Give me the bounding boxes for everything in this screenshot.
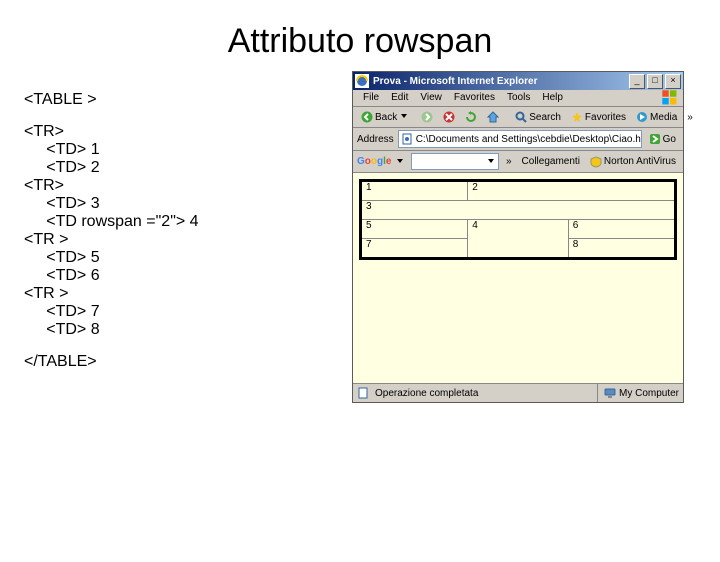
- code-line: <TD> 8: [24, 321, 344, 339]
- code-line: <TR >: [24, 231, 344, 249]
- menu-edit[interactable]: Edit: [385, 91, 414, 105]
- code-line: <TD rowspan ="2"> 4: [24, 213, 344, 231]
- menubar: File Edit View Favorites Tools Help: [353, 90, 683, 107]
- maximize-button[interactable]: □: [647, 74, 663, 89]
- table-row: 5 4 6: [361, 220, 676, 239]
- back-label: Back: [375, 112, 397, 123]
- menu-view[interactable]: View: [414, 91, 448, 105]
- arrow-left-icon: [361, 111, 373, 123]
- code-line: <TABLE >: [24, 91, 344, 109]
- search-button[interactable]: Search: [511, 109, 565, 125]
- ie-logo-icon: [355, 74, 369, 88]
- table-cell: 2: [468, 181, 676, 201]
- chevron-down-icon[interactable]: [395, 156, 407, 168]
- table-row: 3: [361, 201, 676, 220]
- address-label: Address: [357, 134, 394, 145]
- security-zone: My Computer: [597, 384, 679, 402]
- close-button[interactable]: ×: [665, 74, 681, 89]
- status-bar: Operazione completata My Computer: [353, 383, 683, 402]
- chevron-down-icon: [399, 111, 411, 123]
- address-input[interactable]: C:\Documents and Settings\cebdie\Desktop…: [398, 130, 642, 148]
- code-line: <TD> 2: [24, 159, 344, 177]
- status-text: Operazione completata: [375, 388, 478, 399]
- menu-file[interactable]: File: [357, 91, 385, 105]
- arrow-right-icon: [421, 111, 433, 123]
- menu-favorites[interactable]: Favorites: [448, 91, 501, 105]
- menu-help[interactable]: Help: [536, 91, 569, 105]
- refresh-icon: [465, 111, 477, 123]
- shield-icon: [590, 156, 602, 168]
- search-icon: [515, 111, 527, 123]
- slide-title: Attributo rowspan: [0, 22, 720, 61]
- norton-label: Norton AntiVirus: [604, 156, 676, 167]
- toolbar-overflow[interactable]: »: [683, 112, 697, 123]
- toolbar: Back Search: [353, 107, 683, 128]
- page-icon: [401, 133, 413, 145]
- computer-icon: [604, 387, 616, 399]
- code-line: </TABLE>: [24, 353, 344, 371]
- address-bar: Address C:\Documents and Settings\cebdie…: [353, 128, 683, 151]
- window-title: Prova - Microsoft Internet Explorer: [373, 76, 629, 87]
- go-button[interactable]: Go: [646, 133, 679, 145]
- windows-logo-icon: [661, 91, 679, 105]
- code-line: <TD> 1: [24, 141, 344, 159]
- table-cell: 1: [361, 181, 468, 201]
- table-cell: 5: [361, 220, 468, 239]
- code-listing: <TABLE > <TR> <TD> 1 <TD> 2 <TR> <TD> 3 …: [24, 71, 344, 403]
- go-label: Go: [663, 134, 676, 145]
- menu-tools[interactable]: Tools: [501, 91, 536, 105]
- star-icon: [571, 111, 583, 123]
- favorites-button[interactable]: Favorites: [567, 109, 630, 125]
- links-item[interactable]: Collegamenti: [519, 156, 583, 167]
- table-cell: 7: [361, 239, 468, 259]
- home-button[interactable]: [483, 109, 503, 125]
- table-cell: 8: [568, 239, 675, 259]
- search-label: Search: [529, 112, 561, 123]
- browser-window: Prova - Microsoft Internet Explorer _ □ …: [352, 71, 684, 403]
- address-value: C:\Documents and Settings\cebdie\Desktop…: [416, 134, 642, 145]
- stop-icon: [443, 111, 455, 123]
- favorites-label: Favorites: [585, 112, 626, 123]
- media-icon: [636, 111, 648, 123]
- google-overflow[interactable]: »: [503, 156, 515, 167]
- page-icon: [357, 387, 369, 399]
- refresh-button[interactable]: [461, 109, 481, 125]
- table-row: 1 2: [361, 181, 676, 201]
- titlebar: Prova - Microsoft Internet Explorer _ □ …: [353, 72, 683, 90]
- code-line: <TD> 5: [24, 249, 344, 267]
- page-viewport: 1 2 3 5 4 6 7 8: [353, 173, 683, 383]
- forward-button[interactable]: [417, 109, 437, 125]
- code-line: <TD> 3: [24, 195, 344, 213]
- minimize-button[interactable]: _: [629, 74, 645, 89]
- rendered-table: 1 2 3 5 4 6 7 8: [359, 179, 677, 260]
- home-icon: [487, 111, 499, 123]
- google-toolbar: Google » Collegamenti Norton AntiVirus: [353, 151, 683, 173]
- chevron-down-icon[interactable]: [486, 156, 498, 168]
- stop-button[interactable]: [439, 109, 459, 125]
- code-line: <TR>: [24, 123, 344, 141]
- google-search-input[interactable]: [411, 153, 499, 170]
- code-line: <TR >: [24, 285, 344, 303]
- norton-item[interactable]: Norton AntiVirus: [587, 156, 679, 168]
- media-button[interactable]: Media: [632, 109, 681, 125]
- code-line: <TR>: [24, 177, 344, 195]
- google-brand: Google: [357, 156, 391, 167]
- go-icon: [649, 133, 661, 145]
- table-cell: 6: [568, 220, 675, 239]
- zone-label: My Computer: [619, 388, 679, 399]
- code-line: <TD> 6: [24, 267, 344, 285]
- media-label: Media: [650, 112, 677, 123]
- table-cell: 3: [361, 201, 676, 220]
- code-line: <TD> 7: [24, 303, 344, 321]
- table-cell: 4: [468, 220, 568, 259]
- back-button[interactable]: Back: [357, 109, 415, 125]
